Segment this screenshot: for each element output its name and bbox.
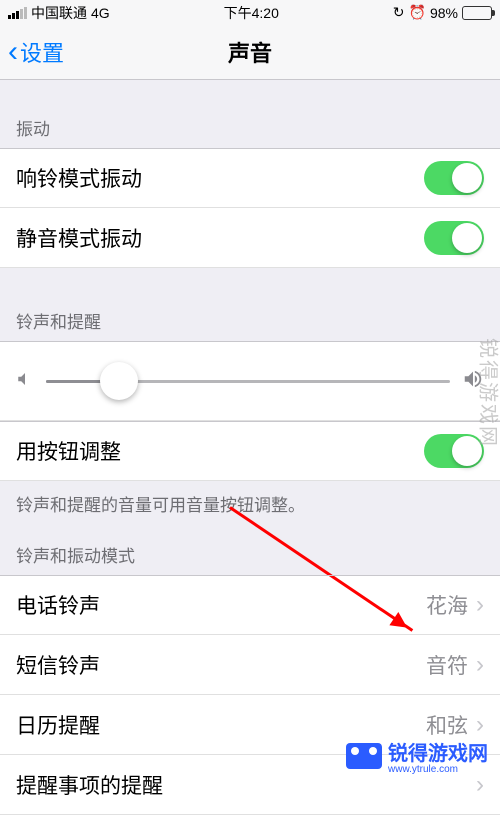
row-label: 日历提醒 [16,710,426,740]
logo-icon [346,743,382,769]
row-ringtone[interactable]: 电话铃声 花海 › [0,575,500,635]
slider-thumb[interactable] [100,362,138,400]
section-header-vibration: 振动 [0,80,500,148]
row-button-toggle[interactable]: 用按钮调整 [0,421,500,481]
switch-ring-vibrate[interactable] [424,161,484,195]
battery-icon [462,6,492,20]
row-value: 和弦 [426,710,468,740]
switch-silent-vibrate[interactable] [424,221,484,255]
lock-icon: ↻ [393,4,405,21]
row-label: 短信铃声 [16,650,426,680]
carrier-label: 中国联通 [31,3,87,23]
volume-slider[interactable] [46,380,450,383]
row-text-tone[interactable]: 短信铃声 音符 › [0,635,500,695]
logo-text: 锐得游戏网 [388,737,488,766]
row-silent-vibrate[interactable]: 静音模式振动 [0,208,500,268]
signal-icon [8,7,27,19]
nav-bar: ‹ 设置 声音 [0,25,500,80]
section-header-patterns: 铃声和振动模式 [0,526,500,575]
row-label: 静音模式振动 [16,223,424,253]
network-label: 4G [91,5,110,21]
footer-logo: 锐得游戏网 www.ytrule.com [346,737,488,775]
back-label: 设置 [20,36,64,68]
status-bar: 中国联通 4G 下午4:20 ↻ ⏰ 98% [0,0,500,25]
row-value: 花海 [426,590,468,620]
section-header-ringer: 铃声和提醒 [0,268,500,341]
volume-low-icon [16,370,34,393]
battery-pct: 98% [430,5,458,21]
row-label: 响铃模式振动 [16,163,424,193]
alarm-icon: ⏰ [409,4,426,21]
status-left: 中国联通 4G [8,3,110,23]
page-title: 声音 [228,36,272,68]
chevron-right-icon: › [476,651,484,679]
status-right: ↻ ⏰ 98% [393,4,492,21]
chevron-right-icon: › [476,591,484,619]
row-ring-vibrate[interactable]: 响铃模式振动 [0,148,500,208]
back-button[interactable]: ‹ 设置 [0,35,64,69]
volume-slider-row [0,341,500,421]
chevron-right-icon: › [476,711,484,739]
row-label: 电话铃声 [16,590,426,620]
status-time: 下午4:20 [224,3,279,23]
chevron-left-icon: ‹ [8,35,18,69]
row-value: 音符 [426,650,468,680]
row-label: 用按钮调整 [16,436,424,466]
watermark: 锐得游戏网 [476,338,500,448]
